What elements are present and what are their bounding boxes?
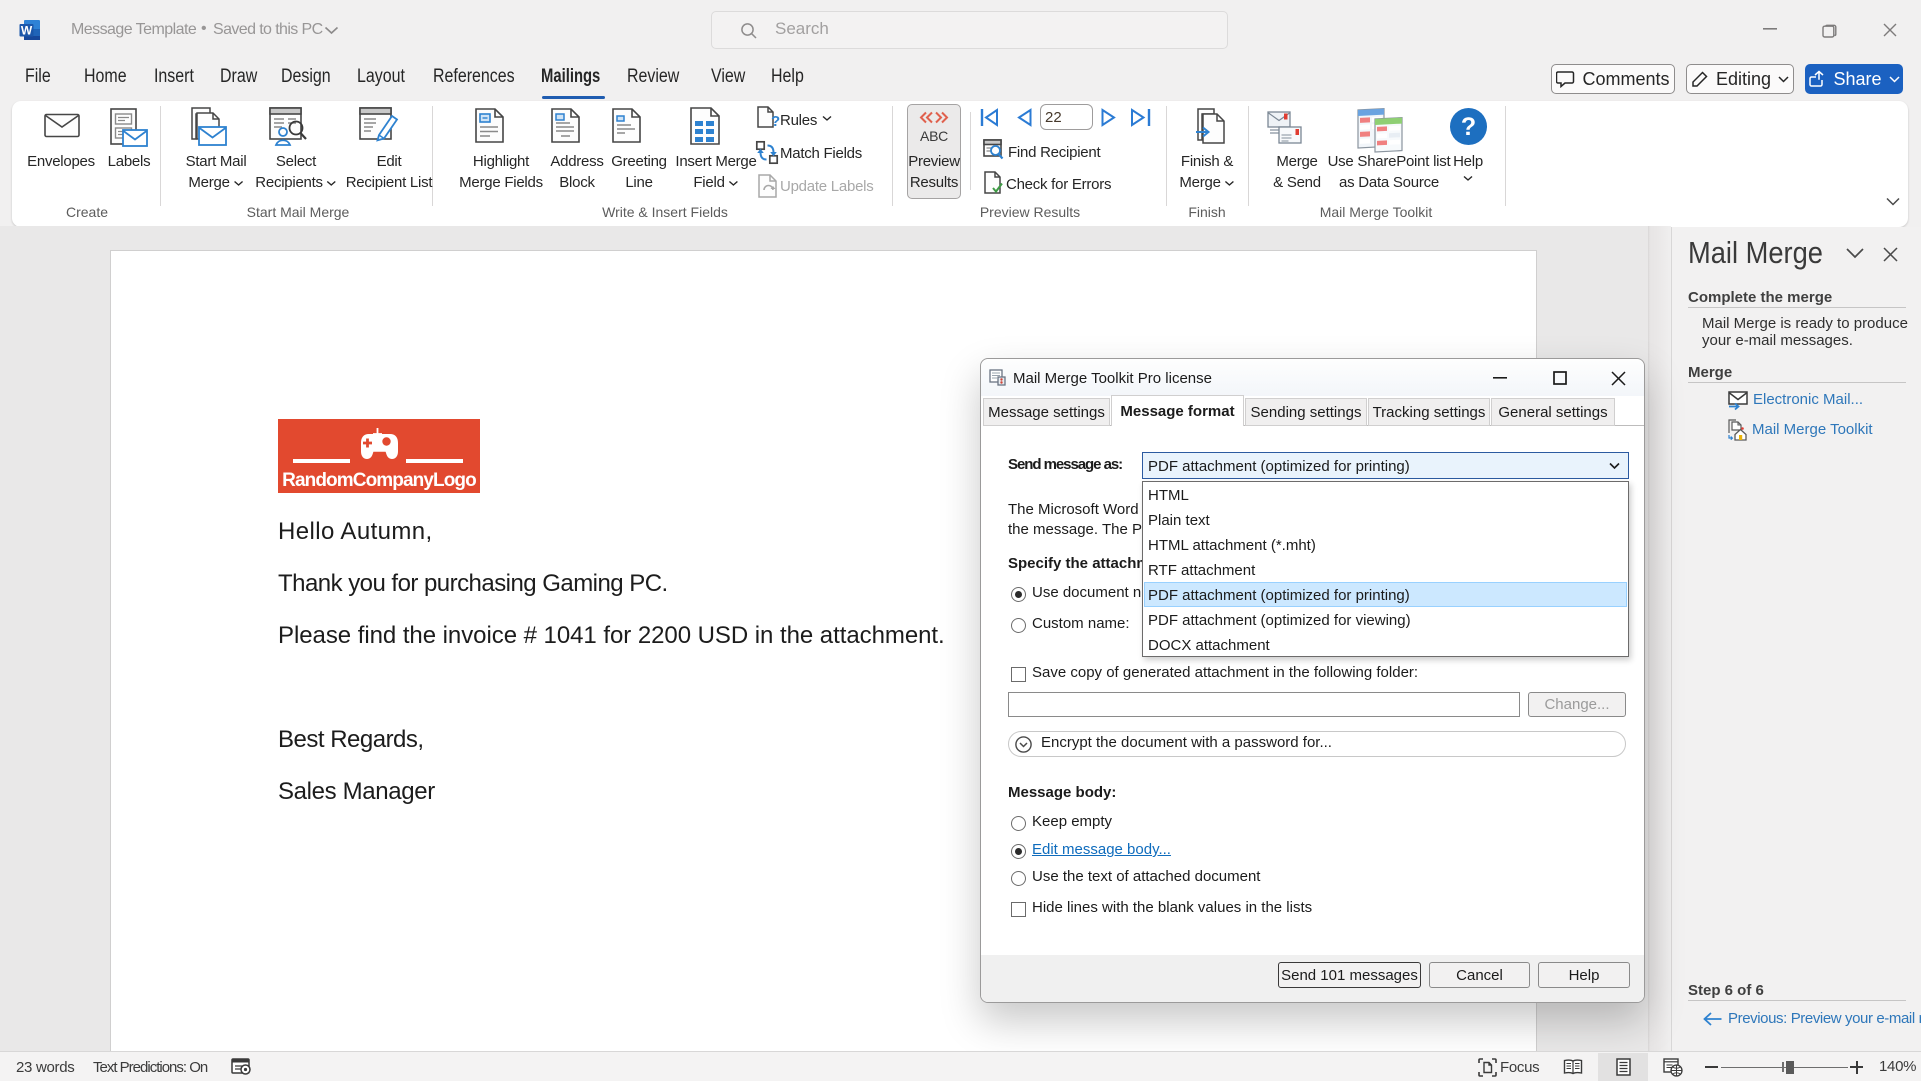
svg-text:?: ?	[771, 113, 780, 129]
svg-text:W: W	[21, 24, 33, 38]
svg-text:?: ?	[1461, 113, 1476, 141]
